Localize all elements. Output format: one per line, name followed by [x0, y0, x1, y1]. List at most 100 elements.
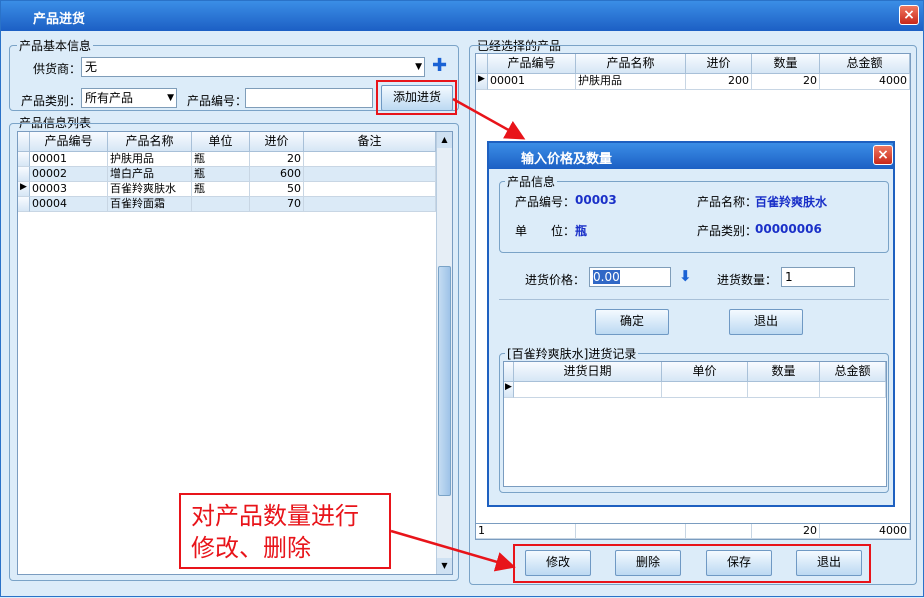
- dialog-exit-button[interactable]: 退出: [729, 309, 803, 335]
- close-icon[interactable]: ×: [873, 145, 893, 165]
- current-row-icon[interactable]: ▶: [18, 182, 30, 197]
- col-header[interactable]: 产品名称: [576, 54, 686, 74]
- cell[interactable]: 00003: [30, 182, 108, 197]
- category-label: 产品类别：: [21, 94, 82, 108]
- col-header[interactable]: 进价: [250, 132, 304, 152]
- cell[interactable]: 瓶: [192, 182, 250, 197]
- price-label: 进货价格：: [525, 273, 586, 287]
- category-select[interactable]: 所有产品 ▼: [81, 88, 177, 108]
- supplier-select[interactable]: 无 ▼: [81, 57, 425, 77]
- modify-button[interactable]: 修改: [525, 550, 591, 576]
- quantity-label: 进货数量：: [717, 273, 778, 287]
- cell: 00001: [488, 74, 576, 90]
- code-label: 产品编号：: [515, 195, 576, 209]
- col-header[interactable]: 产品编号: [488, 54, 576, 74]
- cell[interactable]: 瓶: [192, 167, 250, 182]
- cell[interactable]: [304, 197, 436, 212]
- cell: 护肤用品: [576, 74, 686, 90]
- cell[interactable]: 00002: [30, 167, 108, 182]
- delete-button[interactable]: 删除: [615, 550, 681, 576]
- annotation-box: 对产品数量进行 修改、删除: [179, 493, 391, 569]
- current-row-icon: ▶: [476, 74, 488, 90]
- col-header[interactable]: 总金额: [820, 362, 886, 382]
- quantity-input[interactable]: 1: [781, 267, 855, 287]
- col-header[interactable]: 备注: [304, 132, 436, 152]
- exit-button[interactable]: 退出: [796, 550, 862, 576]
- supplier-value: 无: [85, 60, 98, 74]
- vertical-scrollbar[interactable]: ▲ ▼: [436, 132, 452, 574]
- row-header-corner: [476, 54, 488, 74]
- summary-qty: 20: [752, 524, 820, 539]
- cell[interactable]: [192, 197, 250, 212]
- col-header[interactable]: 产品名称: [108, 132, 192, 152]
- dialog-title-bar: 输入价格及数量 ×: [489, 143, 893, 169]
- product-code-input[interactable]: [245, 88, 373, 108]
- row-header[interactable]: [18, 152, 30, 167]
- cell[interactable]: 00001: [30, 152, 108, 167]
- main-window: 产品进货 × 产品基本信息 供货商： 无 ▼ ✚ 产品类别： 所有产品 ▼ 产品编号…: [0, 0, 924, 597]
- close-icon[interactable]: ×: [899, 5, 919, 25]
- cell[interactable]: [304, 167, 436, 182]
- current-row-icon: ▶: [504, 382, 514, 398]
- category-label: 产品类别：: [697, 224, 758, 238]
- price-value: 0.00: [593, 270, 620, 284]
- summary-count: 1: [476, 524, 576, 539]
- col-header[interactable]: 总金额: [820, 54, 910, 74]
- cell: [514, 382, 662, 398]
- col-header[interactable]: 数量: [748, 362, 820, 382]
- row-header[interactable]: [18, 167, 30, 182]
- scroll-thumb[interactable]: [438, 266, 451, 496]
- add-supplier-icon[interactable]: ✚: [432, 55, 447, 76]
- price-qty-dialog: 输入价格及数量 × 产品信息 产品编号： 00003 产品名称： 百雀羚爽肤水 …: [487, 141, 895, 507]
- price-input[interactable]: 0.00: [589, 267, 671, 287]
- chevron-down-icon: ▼: [415, 62, 422, 72]
- cell[interactable]: 70: [250, 197, 304, 212]
- row-header[interactable]: [18, 197, 30, 212]
- category-value: 所有产品: [85, 91, 134, 105]
- col-header[interactable]: 进价: [686, 54, 752, 74]
- product-code-label: 产品编号：: [187, 94, 248, 108]
- row-header-corner: [18, 132, 30, 152]
- supplier-label: 供货商：: [33, 62, 82, 76]
- col-header[interactable]: 单价: [662, 362, 748, 382]
- row-header-corner: [504, 362, 514, 382]
- col-header[interactable]: 产品编号: [30, 132, 108, 152]
- divider: [499, 299, 889, 300]
- unit-value: 瓶: [575, 224, 588, 238]
- cell[interactable]: 20: [250, 152, 304, 167]
- summary-row: 1 20 4000: [475, 523, 911, 540]
- arrow-down-icon[interactable]: ⬇: [679, 267, 692, 285]
- cell[interactable]: 00004: [30, 197, 108, 212]
- col-header[interactable]: 数量: [752, 54, 820, 74]
- ok-button[interactable]: 确定: [595, 309, 669, 335]
- info-group: [499, 181, 889, 253]
- cell: 20: [752, 74, 820, 90]
- category-value: 00000006: [755, 222, 822, 236]
- scroll-down-icon[interactable]: ▼: [437, 558, 452, 574]
- summary-total: 4000: [820, 524, 910, 539]
- history-grid[interactable]: 进货日期 单价 数量 总金额 ▶: [503, 361, 887, 487]
- cell: [662, 382, 748, 398]
- title-bar: 产品进货 ×: [1, 1, 923, 31]
- cell: 4000: [820, 74, 910, 90]
- col-header[interactable]: 单位: [192, 132, 250, 152]
- cell[interactable]: 百雀羚面霜: [108, 197, 192, 212]
- cell[interactable]: [304, 152, 436, 167]
- cell[interactable]: 瓶: [192, 152, 250, 167]
- info-legend: 产品信息: [505, 173, 558, 190]
- cell[interactable]: 50: [250, 182, 304, 197]
- window-title: 产品进货: [33, 12, 86, 27]
- col-header[interactable]: 进货日期: [514, 362, 662, 382]
- scroll-up-icon[interactable]: ▲: [437, 132, 452, 148]
- history-legend: [百雀羚爽肤水]进货记录: [505, 345, 639, 362]
- cell[interactable]: 护肤用品: [108, 152, 192, 167]
- name-value: 百雀羚爽肤水: [755, 195, 828, 209]
- cell[interactable]: 600: [250, 167, 304, 182]
- cell[interactable]: 增白产品: [108, 167, 192, 182]
- summary-cell: [686, 524, 752, 539]
- basic-info-legend: 产品基本信息: [17, 37, 94, 54]
- cell[interactable]: [304, 182, 436, 197]
- save-button[interactable]: 保存: [706, 550, 772, 576]
- cell[interactable]: 百雀羚爽肤水: [108, 182, 192, 197]
- dialog-title: 输入价格及数量: [521, 152, 613, 167]
